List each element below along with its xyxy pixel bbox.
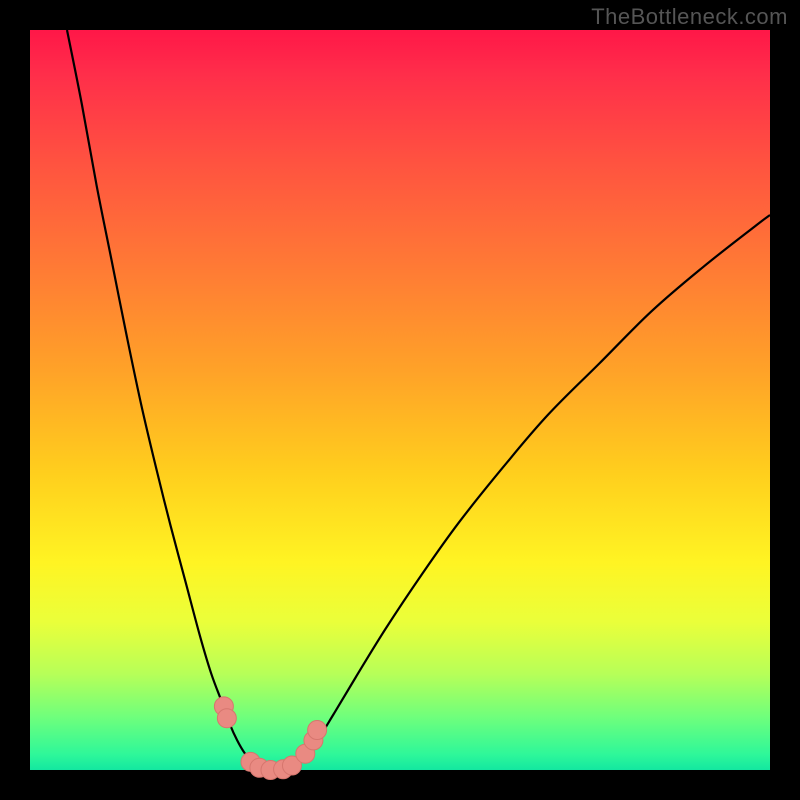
chart-frame: TheBottleneck.com	[0, 0, 800, 800]
curve-layer	[30, 30, 770, 770]
data-markers-group	[214, 697, 326, 780]
data-marker	[217, 709, 236, 728]
data-marker	[308, 721, 327, 740]
right-curve-branch	[296, 215, 770, 761]
attribution-text: TheBottleneck.com	[591, 4, 788, 30]
left-curve-branch	[67, 30, 252, 761]
